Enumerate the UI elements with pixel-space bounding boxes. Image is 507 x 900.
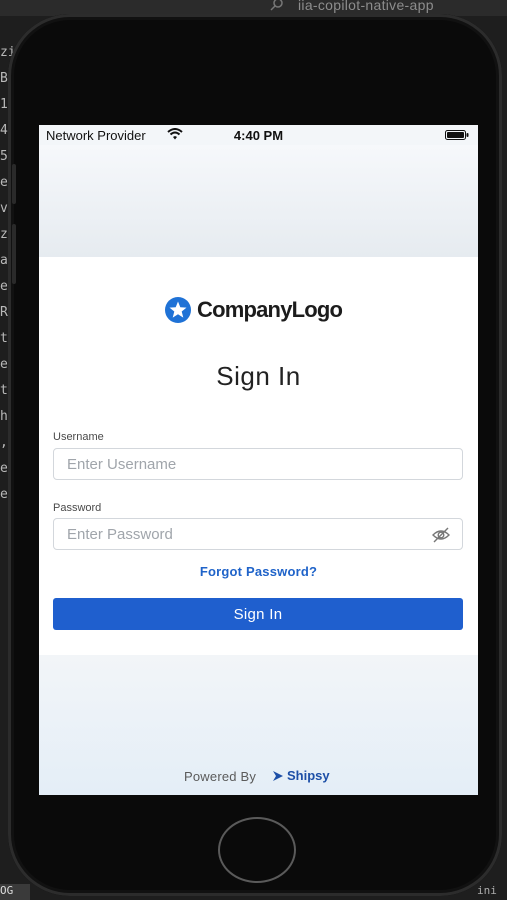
phone-side-button <box>12 164 16 204</box>
powered-by-text: Powered By <box>184 769 257 784</box>
username-input[interactable] <box>54 449 407 479</box>
password-input[interactable] <box>54 519 407 549</box>
editor-status-badge: OG <box>0 884 30 900</box>
home-button[interactable] <box>218 817 296 883</box>
header-background <box>39 145 478 257</box>
search-icon <box>270 0 283 11</box>
forgot-password-link[interactable]: Forgot Password? <box>39 564 478 579</box>
app-screen: Network Provider 4:40 PM CompanyLogo Sig… <box>39 125 478 795</box>
password-field-container <box>53 518 463 550</box>
sign-in-button[interactable]: Sign In <box>53 598 463 630</box>
phone-side-button <box>12 224 16 284</box>
shipsy-text: Shipsy <box>287 768 330 783</box>
logo-text: CompanyLogo <box>197 297 343 322</box>
username-label: Username <box>53 431 104 443</box>
eye-off-icon[interactable] <box>432 527 450 543</box>
username-field-container <box>53 448 463 480</box>
status-bar: Network Provider 4:40 PM <box>39 125 478 145</box>
password-label: Password <box>53 502 102 514</box>
shipsy-logo-icon <box>273 771 283 781</box>
status-time: 4:40 PM <box>233 128 284 143</box>
footer-background <box>39 655 478 795</box>
editor-status-text: ini <box>477 884 497 897</box>
logo-star-icon <box>165 297 191 323</box>
editor-title: iia-copilot-native-app <box>298 0 434 13</box>
page-title: Sign In <box>216 361 301 391</box>
battery-icon <box>445 130 469 140</box>
